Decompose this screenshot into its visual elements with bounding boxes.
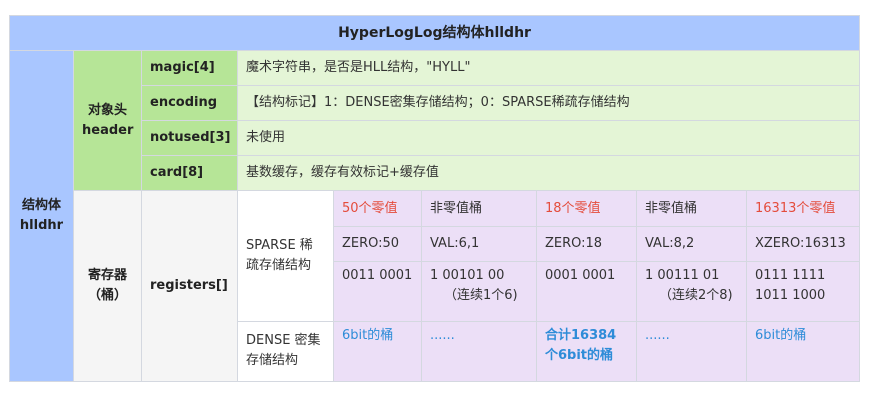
table-title: HyperLogLog结构体hlldhr — [8, 14, 861, 52]
struct-label-line: 结构体 — [21, 198, 61, 214]
dense-line: 合计16384 — [545, 327, 617, 343]
hll-structure-table: HyperLogLog结构体hlldhr 结构体 hlldhr 对象头 head… — [8, 14, 861, 383]
dense-cell: ...... — [421, 320, 537, 383]
sparse-opcode-cell: 非零值桶 — [421, 190, 537, 227]
bits-line: 0011 0001 — [342, 267, 413, 283]
dense-cell: 6bit的桶 — [333, 320, 422, 383]
sparse-value-cell: VAL:8,2 — [636, 225, 747, 262]
sparse-opcode-cell: 非零值桶 — [636, 190, 747, 227]
dense-line: 6bit的桶 — [755, 327, 807, 343]
dense-line: ...... — [430, 327, 455, 343]
dense-label-cell: DENSE 密集 存储结构 — [237, 320, 334, 383]
field-desc: 基数缓存，缓存有效标记+缓存值 — [236, 155, 861, 192]
field-name: notused[3] — [141, 120, 238, 157]
sparse-opcode-cell: 18个零值 — [536, 190, 637, 227]
sparse-opcode-cell: 16313个零值 — [745, 190, 861, 227]
field-name: card[8] — [141, 155, 238, 192]
field-name: encoding — [141, 85, 238, 122]
sparse-value-cell: ZERO:50 — [333, 225, 422, 262]
field-name: magic[4] — [141, 50, 238, 87]
field-desc: 【结构标记】1：DENSE密集存储结构；0：SPARSE稀疏存储结构 — [236, 85, 861, 122]
bits-line: 1 00111 01 — [645, 267, 720, 283]
bits-line: 0111 1111 — [755, 267, 826, 283]
register-label-cell: 寄存器 （桶） — [73, 190, 142, 382]
sparse-label-line: SPARSE 稀 — [246, 238, 313, 254]
bits-note: （连续1个6) — [444, 287, 518, 303]
sparse-bits-cell: 1 00101 00 （连续1个6) — [421, 260, 537, 322]
sparse-opcode-cell: 50个零值 — [333, 190, 422, 227]
field-desc: 魔术字符串，是否是HLL结构，"HYLL" — [236, 50, 861, 87]
dense-line: ...... — [645, 327, 670, 343]
struct-label-line: hlldhr — [19, 218, 64, 234]
register-label-line: 寄存器 — [87, 268, 127, 284]
bits-note: （连续2个8) — [659, 287, 733, 303]
sparse-bits-cell: 0011 0001 — [333, 260, 422, 322]
dense-cell: 6bit的桶 — [745, 320, 861, 383]
sparse-bits-cell: 0001 0001 — [536, 260, 637, 322]
dense-cell: ...... — [636, 320, 747, 383]
registers-field-name: registers[] — [141, 190, 238, 382]
field-desc: 未使用 — [236, 120, 861, 157]
struct-label-cell: 结构体 hlldhr — [9, 50, 74, 382]
sparse-bits-cell: 0111 1111 1011 1000 — [745, 260, 861, 322]
sparse-label-cell: SPARSE 稀 疏存储结构 — [237, 190, 334, 322]
bits-line: 1011 1000 — [755, 287, 826, 303]
dense-cell: 合计16384 个6bit的桶 — [536, 320, 637, 383]
dense-label-line: DENSE 密集 — [246, 333, 321, 349]
sparse-value-cell: XZERO:16313 — [745, 225, 861, 262]
dense-line: 6bit的桶 — [342, 327, 394, 343]
sparse-label-line: 疏存储结构 — [246, 258, 312, 274]
bits-line: 0001 0001 — [545, 267, 616, 283]
header-label-line: 对象头 — [87, 102, 127, 118]
dense-label-line: 存储结构 — [246, 353, 299, 369]
dense-line: 个6bit的桶 — [545, 347, 614, 363]
sparse-value-cell: ZERO:18 — [536, 225, 637, 262]
sparse-value-cell: VAL:6,1 — [421, 225, 537, 262]
register-label-line: （桶） — [87, 288, 127, 304]
bits-line: 1 00101 00 — [430, 267, 505, 283]
header-label-cell: 对象头 header — [73, 50, 142, 192]
sparse-bits-cell: 1 00111 01 （连续2个8) — [636, 260, 747, 322]
header-label-line: header — [82, 122, 134, 138]
